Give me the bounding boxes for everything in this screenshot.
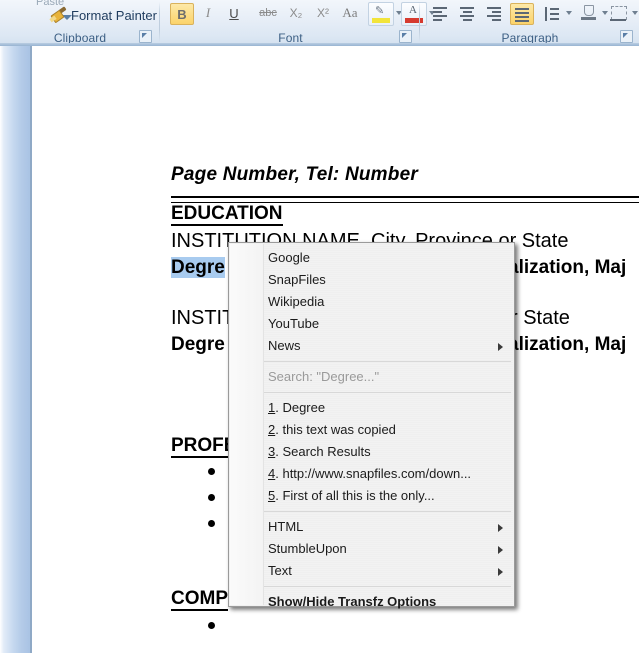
education-entry-2-degree: Degre	[171, 334, 225, 355]
context-menu[interactable]: Google SnapFiles Wikipedia YouTube News …	[228, 242, 515, 609]
align-justify-icon[interactable]	[510, 3, 534, 25]
menu-search-header: Search: "Degree..."	[268, 369, 380, 384]
superscript-button[interactable]: X²	[312, 3, 334, 23]
highlight-color-swatch	[372, 18, 390, 23]
document-header-text: Page Number, Tel: Number	[171, 164, 418, 185]
menu-item-google[interactable]: Google	[264, 247, 513, 269]
strikethrough-button[interactable]: abc	[257, 3, 279, 23]
menu-item-youtube[interactable]: YouTube	[264, 313, 513, 335]
menu-item-html[interactable]: HTML	[264, 516, 513, 538]
education-entry-1-degree-tail: alization, Maj	[508, 257, 627, 278]
format-painter-label: Format Painter	[71, 7, 157, 23]
align-center-icon[interactable]	[456, 3, 478, 23]
education-entry-2-degree-tail: alization, Maj	[508, 334, 627, 355]
dialog-launcher-icon[interactable]	[139, 30, 152, 43]
submenu-arrow-icon	[498, 343, 503, 351]
section-heading-computer: COMP	[171, 588, 228, 611]
menu-divider	[264, 586, 511, 587]
list-item-bullet	[208, 494, 215, 501]
menu-item-show-hide-options[interactable]: Show/Hide Transfz Options	[264, 591, 513, 613]
menu-divider	[264, 361, 511, 362]
submenu-arrow-icon	[498, 524, 503, 532]
subscript-button[interactable]: X₂	[285, 3, 307, 23]
education-entry-2-institution: INSTIT	[171, 307, 235, 329]
section-heading-education: EDUCATION	[171, 203, 283, 226]
list-item-bullet	[208, 622, 215, 629]
font-color-icon: A	[409, 4, 417, 16]
menu-item-history-2[interactable]: 2. this text was copied	[264, 419, 513, 441]
submenu-arrow-icon	[498, 546, 503, 554]
format-painter-button[interactable]: Format Painter	[49, 6, 157, 24]
menu-item-history-4[interactable]: 4. http://www.snapfiles.com/down...	[264, 463, 513, 485]
dialog-launcher-icon[interactable]	[399, 30, 412, 43]
text-highlight-icon: ✎	[375, 5, 385, 17]
text-highlight-color-button[interactable]: ✎	[368, 2, 402, 26]
menu-item-wikipedia[interactable]: Wikipedia	[264, 291, 513, 313]
ribbon-toolbar: Paste Format Painter Clipboard B I U abc…	[0, 0, 639, 46]
menu-item-stumbleupon[interactable]: StumbleUpon	[264, 538, 513, 560]
submenu-arrow-icon	[498, 568, 503, 576]
italic-button[interactable]: I	[197, 3, 219, 23]
align-right-icon[interactable]	[483, 3, 505, 23]
align-left-icon[interactable]	[429, 3, 451, 23]
menu-item-text[interactable]: Text	[264, 560, 513, 582]
list-item-bullet	[208, 468, 215, 475]
paintbrush-icon	[49, 6, 67, 24]
ribbon-group-paragraph: Paragraph	[421, 0, 639, 46]
ribbon-group-font: B I U abc X₂ X² Aa ✎ A Font	[161, 0, 435, 46]
menu-item-history-3[interactable]: 3. Search Results	[264, 441, 513, 463]
change-case-button[interactable]: Aa	[339, 3, 361, 23]
ribbon-group-clipboard: Paste Format Painter Clipboard	[0, 0, 160, 46]
education-entry-2-institution-tail: r State	[511, 307, 570, 329]
document-header-rule	[171, 196, 639, 203]
menu-divider	[264, 511, 511, 512]
borders-icon[interactable]	[608, 3, 638, 23]
dialog-launcher-icon[interactable]	[620, 30, 633, 43]
list-item-bullet	[208, 520, 215, 527]
menu-item-snapfiles[interactable]: SnapFiles	[264, 269, 513, 291]
menu-divider	[264, 392, 511, 393]
underline-button[interactable]: U	[223, 3, 245, 23]
menu-item-history-1[interactable]: 1. Degree	[264, 397, 513, 419]
line-spacing-icon[interactable]	[542, 3, 572, 23]
bold-button[interactable]: B	[170, 3, 194, 25]
menu-item-history-5[interactable]: 5. First of all this is the only...	[264, 485, 513, 507]
context-menu-body: Google SnapFiles Wikipedia YouTube News …	[264, 244, 513, 609]
selected-text: Degre	[171, 257, 225, 278]
context-menu-gutter	[230, 244, 264, 605]
shading-icon[interactable]	[578, 3, 608, 23]
group-divider	[159, 2, 160, 42]
menu-item-news[interactable]: News	[264, 335, 513, 357]
education-entry-1-degree: Degre	[171, 257, 225, 279]
group-divider	[419, 2, 420, 42]
section-heading-professional: PROFE	[171, 435, 237, 458]
